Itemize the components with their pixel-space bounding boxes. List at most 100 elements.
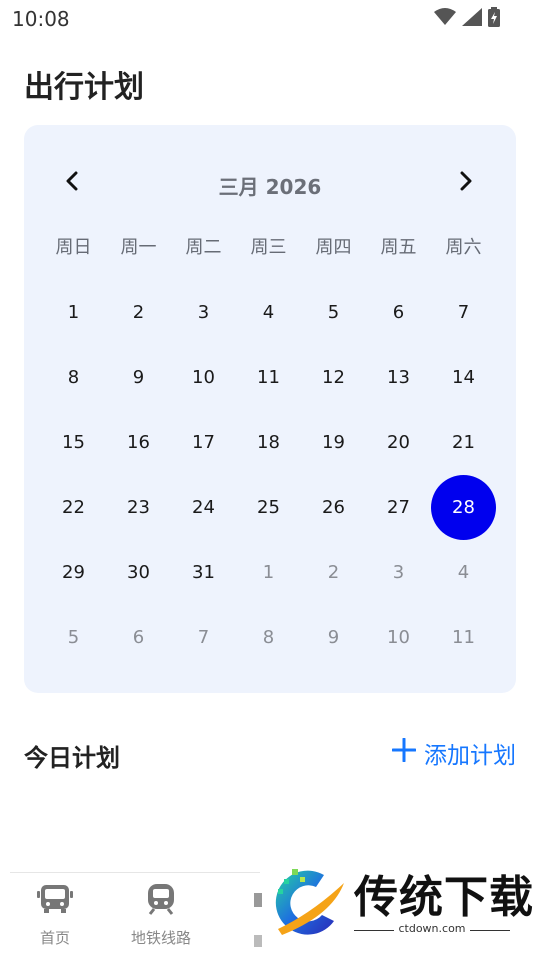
nav-item-subway[interactable]: 地铁线路: [116, 883, 206, 948]
calendar-day-number: 3: [392, 562, 405, 583]
nav-item-home[interactable]: 首页: [10, 883, 100, 948]
calendar-day-number: 9: [132, 367, 145, 388]
calendar-day-adjacent-month[interactable]: 11: [431, 605, 496, 670]
calendar-day-number: 14: [452, 367, 475, 388]
calendar-day-number: 20: [387, 432, 410, 453]
calendar-day[interactable]: 3: [171, 280, 236, 345]
watermark-rule-right: [470, 930, 510, 931]
calendar-day[interactable]: 7: [431, 280, 496, 345]
calendar-day[interactable]: 9: [106, 345, 171, 410]
calendar-day-number: 7: [197, 627, 210, 648]
watermark-brand-text: 传统下载: [354, 872, 534, 923]
calendar-day[interactable]: 11: [236, 345, 301, 410]
calendar-day[interactable]: 20: [366, 410, 431, 475]
calendar-day-adjacent-month[interactable]: 1: [236, 540, 301, 605]
calendar-day[interactable]: 25: [236, 475, 301, 540]
subway-train-icon: [146, 883, 176, 919]
calendar-day-number: 10: [192, 367, 215, 388]
calendar-day-adjacent-month[interactable]: 3: [366, 540, 431, 605]
today-plan-title: 今日计划: [24, 744, 120, 772]
calendar-day-number: 27: [387, 497, 410, 518]
calendar-day[interactable]: 22: [41, 475, 106, 540]
month-label: 三月 2026: [218, 175, 322, 199]
weekday-label: 周四: [315, 237, 352, 258]
calendar-header: 三月 2026: [24, 165, 516, 201]
calendar-day-number: 10: [387, 627, 410, 648]
add-plan-button[interactable]: 添加计划: [391, 736, 516, 770]
calendar-day-number: 4: [262, 302, 275, 323]
calendar-day-number: 19: [322, 432, 345, 453]
calendar-day[interactable]: 12: [301, 345, 366, 410]
wifi-icon: [434, 8, 456, 30]
calendar-day[interactable]: 18: [236, 410, 301, 475]
weekday-label: 周一: [120, 237, 157, 258]
calendar-day-number: 23: [127, 497, 150, 518]
calendar-day-number: 11: [452, 627, 475, 648]
calendar-day[interactable]: 2: [106, 280, 171, 345]
calendar-day[interactable]: 19: [301, 410, 366, 475]
signal-icon: [462, 8, 482, 30]
watermark-url: ctdown.com: [398, 922, 466, 935]
weekday-header-row: 周日 周一 周二 周三 周四 周五 周六: [41, 233, 496, 259]
calendar-day[interactable]: 6: [366, 280, 431, 345]
calendar-day-adjacent-month[interactable]: 6: [106, 605, 171, 670]
calendar-day-selected[interactable]: 28: [431, 475, 496, 540]
weekday-label: 周三: [250, 237, 287, 258]
calendar-day-adjacent-month[interactable]: 10: [366, 605, 431, 670]
calendar-day[interactable]: 1: [41, 280, 106, 345]
calendar-day-number: 5: [67, 627, 80, 648]
calendar-day[interactable]: 31: [171, 540, 236, 605]
calendar-day-number: 22: [62, 497, 85, 518]
calendar-day[interactable]: 24: [171, 475, 236, 540]
calendar-day-number: 6: [392, 302, 405, 323]
day-grid: 1 2 3 4 5 6 7 8 9 10 11 12 13 14 15 16 17 18 19 20 21 22 23 24 2…: [41, 280, 496, 670]
calendar-day[interactable]: 16: [106, 410, 171, 475]
weekday-label: 周五: [380, 237, 417, 258]
calendar-day-number: 26: [322, 497, 345, 518]
calendar-day-number: 9: [327, 627, 340, 648]
calendar-day[interactable]: 21: [431, 410, 496, 475]
calendar-day[interactable]: 23: [106, 475, 171, 540]
calendar-day[interactable]: 29: [41, 540, 106, 605]
calendar-day-number: 11: [257, 367, 280, 388]
calendar-day-adjacent-month[interactable]: 2: [301, 540, 366, 605]
calendar-day-adjacent-month[interactable]: 7: [171, 605, 236, 670]
bus-icon: [37, 883, 73, 919]
calendar-day[interactable]: 30: [106, 540, 171, 605]
calendar-day-number: 13: [387, 367, 410, 388]
calendar-day-number: 2: [327, 562, 340, 583]
calendar-day-number: 17: [192, 432, 215, 453]
calendar-day-adjacent-month[interactable]: 5: [41, 605, 106, 670]
calendar-day[interactable]: 10: [171, 345, 236, 410]
calendar-day-adjacent-month[interactable]: 4: [431, 540, 496, 605]
calendar-day-number: 8: [67, 367, 80, 388]
next-month-button[interactable]: [448, 165, 484, 201]
calendar-day[interactable]: 13: [366, 345, 431, 410]
calendar-day[interactable]: 14: [431, 345, 496, 410]
battery-icon: [488, 7, 500, 31]
plus-icon: [391, 737, 417, 768]
watermark-logo-icon: [272, 865, 350, 949]
calendar-day[interactable]: 8: [41, 345, 106, 410]
calendar-day-number: 31: [192, 562, 215, 583]
status-time: 10:08: [12, 7, 70, 31]
calendar-day-adjacent-month[interactable]: 8: [236, 605, 301, 670]
calendar-day[interactable]: 26: [301, 475, 366, 540]
calendar-day-number: 3: [197, 302, 210, 323]
calendar-day[interactable]: 27: [366, 475, 431, 540]
nav-item-label: 首页: [39, 929, 70, 947]
calendar-day-number: 12: [322, 367, 345, 388]
calendar-day-number: 18: [257, 432, 280, 453]
calendar-day[interactable]: 17: [171, 410, 236, 475]
calendar-day-number: 29: [62, 562, 85, 583]
calendar-day-number: 5: [327, 302, 340, 323]
calendar-day-number: 15: [62, 432, 85, 453]
calendar-day[interactable]: 15: [41, 410, 106, 475]
bottom-nav: 首页 地铁线路: [10, 872, 262, 960]
calendar-day-adjacent-month[interactable]: 9: [301, 605, 366, 670]
today-plan-section: 今日计划 添加计划: [24, 736, 516, 772]
calendar-day[interactable]: 4: [236, 280, 301, 345]
calendar-day[interactable]: 5: [301, 280, 366, 345]
calendar-card: 三月 2026 周日 周一 周二 周三 周四 周五 周六 1 2 3 4 5 6 7 8 9 10 11 12 13…: [24, 125, 516, 693]
calendar-day-number: 21: [452, 432, 475, 453]
